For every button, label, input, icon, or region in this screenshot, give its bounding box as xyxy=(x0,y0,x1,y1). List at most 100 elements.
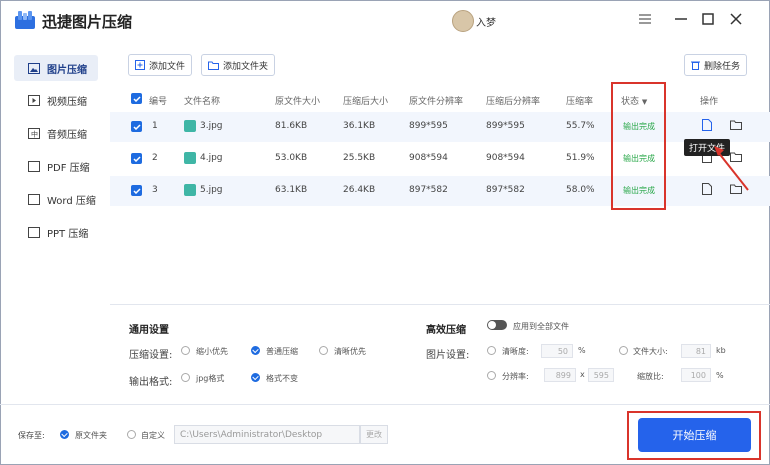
sidebar-item-video[interactable]: 视频压缩 xyxy=(14,87,98,113)
resolution-width-input[interactable]: 899 xyxy=(544,368,576,382)
general-settings-title: 通用设置 xyxy=(129,325,169,336)
clarity-input[interactable]: 50 xyxy=(541,344,573,358)
radio-keep-format[interactable] xyxy=(251,373,260,382)
sidebar-item-word[interactable]: Word 压缩 xyxy=(14,186,98,212)
radio-normal-compress[interactable] xyxy=(251,346,260,355)
radio-file-size[interactable] xyxy=(619,346,628,355)
add-file-label: 添加文件 xyxy=(149,61,186,72)
image-icon xyxy=(28,62,40,74)
cell-orig-res: 897*582 xyxy=(409,185,448,195)
add-folder-button[interactable]: 添加文件夹 xyxy=(201,54,276,76)
cell-ratio: 51.9% xyxy=(566,153,595,163)
radio-orig-folder[interactable] xyxy=(60,430,69,439)
word-icon xyxy=(28,193,40,205)
minimize-button[interactable] xyxy=(672,10,690,28)
image-setting-label: 图片设置: xyxy=(426,350,470,361)
table-row[interactable]: 3 5.jpg 63.1KB 26.4KB 897*582 897*582 58… xyxy=(110,176,770,206)
table-row[interactable]: 2 4.jpg 53.0KB 25.5KB 908*594 908*594 51… xyxy=(110,144,770,174)
table-row[interactable]: 1 3.jpg 81.6KB 36.1KB 899*595 899*595 55… xyxy=(110,112,770,142)
save-path-input[interactable]: C:\Users\Administrator\Desktop xyxy=(174,425,360,444)
header-orig-res: 原文件分辨率 xyxy=(409,97,464,107)
cell-no: 3 xyxy=(152,185,158,195)
sidebar-item-image[interactable]: 图片压缩 xyxy=(14,55,98,81)
bottom-divider xyxy=(0,404,770,405)
file-size-input[interactable]: 81 xyxy=(681,344,711,358)
svg-text:中: 中 xyxy=(31,129,38,138)
orig-folder-label: 原文件夹 xyxy=(75,431,107,440)
start-button-highlight-box xyxy=(627,411,761,460)
avatar[interactable] xyxy=(452,10,474,32)
row-checkbox[interactable] xyxy=(131,153,142,164)
cell-comp-res: 908*594 xyxy=(486,153,525,163)
header-comp-res: 压缩后分辨率 xyxy=(486,97,541,107)
image-file-icon xyxy=(184,120,196,132)
radio-custom[interactable] xyxy=(127,430,136,439)
sidebar-item-ppt[interactable]: PPT 压缩 xyxy=(14,219,98,245)
app-title: 迅捷图片压缩 xyxy=(42,13,133,31)
clarity-label: 清晰度: xyxy=(502,347,529,356)
sidebar-item-label: PPT 压缩 xyxy=(47,228,89,240)
open-file-icon[interactable] xyxy=(702,119,712,134)
radio-jpg-format[interactable] xyxy=(181,373,190,382)
row-checkbox[interactable] xyxy=(131,121,142,132)
cell-orig-size: 53.0KB xyxy=(275,153,308,163)
folder-icon xyxy=(208,61,219,70)
add-folder-label: 添加文件夹 xyxy=(223,61,269,72)
add-file-button[interactable]: 添加文件 xyxy=(128,54,193,76)
header-orig-size: 原文件大小 xyxy=(275,97,321,107)
scale-input[interactable]: 100 xyxy=(681,368,711,382)
sidebar-item-label: 音频压缩 xyxy=(47,129,87,141)
cell-orig-res: 908*594 xyxy=(409,153,448,163)
ppt-icon xyxy=(28,226,40,238)
cell-comp-res: 897*582 xyxy=(486,185,525,195)
custom-label: 自定义 xyxy=(141,431,165,440)
cell-comp-size: 36.1KB xyxy=(343,121,376,131)
trash-icon xyxy=(691,61,700,70)
status-highlight-box xyxy=(611,82,666,210)
radio-shrink-first[interactable] xyxy=(181,346,190,355)
cell-no: 1 xyxy=(152,121,158,131)
menu-button[interactable] xyxy=(636,10,654,28)
cell-comp-res: 899*595 xyxy=(486,121,525,131)
row-checkbox[interactable] xyxy=(131,185,142,196)
add-file-icon xyxy=(135,60,145,70)
apply-all-label: 应用到全部文件 xyxy=(513,322,569,331)
file-size-label: 文件大小: xyxy=(633,347,668,356)
radio-resolution[interactable] xyxy=(487,371,496,380)
radio-clarity-first[interactable] xyxy=(319,346,328,355)
open-file-icon[interactable] xyxy=(702,183,712,198)
output-format-label: 输出格式: xyxy=(129,377,173,388)
select-all-checkbox[interactable] xyxy=(131,93,142,104)
cell-ratio: 58.0% xyxy=(566,185,595,195)
apply-all-toggle[interactable] xyxy=(487,320,507,330)
sidebar-item-label: PDF 压缩 xyxy=(47,162,90,174)
app-logo-icon xyxy=(14,10,36,30)
header-no: 编号 xyxy=(149,97,168,107)
sidebar-item-pdf[interactable]: PDF 压缩 xyxy=(14,153,98,179)
option-jpg-format: jpg格式 xyxy=(196,374,225,383)
compress-setting-label: 压缩设置: xyxy=(129,350,173,361)
maximize-button[interactable] xyxy=(699,10,717,28)
radio-clarity[interactable] xyxy=(487,346,496,355)
scale-label: 缩放比: xyxy=(637,372,664,381)
video-icon xyxy=(28,94,40,106)
settings-divider xyxy=(110,304,770,305)
option-normal-compress: 普通压缩 xyxy=(266,347,298,356)
efficient-compress-title: 高效压缩 xyxy=(426,325,466,336)
sidebar-item-audio[interactable]: 中 音频压缩 xyxy=(14,120,98,146)
sidebar-item-label: Word 压缩 xyxy=(47,195,96,207)
close-button[interactable] xyxy=(727,10,745,28)
cell-orig-res: 899*595 xyxy=(409,121,448,131)
resolution-height-input[interactable]: 595 xyxy=(588,368,614,382)
cell-comp-size: 26.4KB xyxy=(343,185,376,195)
sidebar-item-label: 图片压缩 xyxy=(47,64,87,76)
option-clarity-first: 清晰优先 xyxy=(334,347,366,356)
audio-icon: 中 xyxy=(28,127,40,139)
change-path-button[interactable]: 更改 xyxy=(360,425,388,444)
image-file-icon xyxy=(184,184,196,196)
cell-name: 5.jpg xyxy=(200,185,223,195)
delete-task-button[interactable]: 删除任务 xyxy=(684,54,748,76)
cell-no: 2 xyxy=(152,153,158,163)
username[interactable]: 入梦 xyxy=(476,14,496,29)
window-frame xyxy=(0,0,770,465)
